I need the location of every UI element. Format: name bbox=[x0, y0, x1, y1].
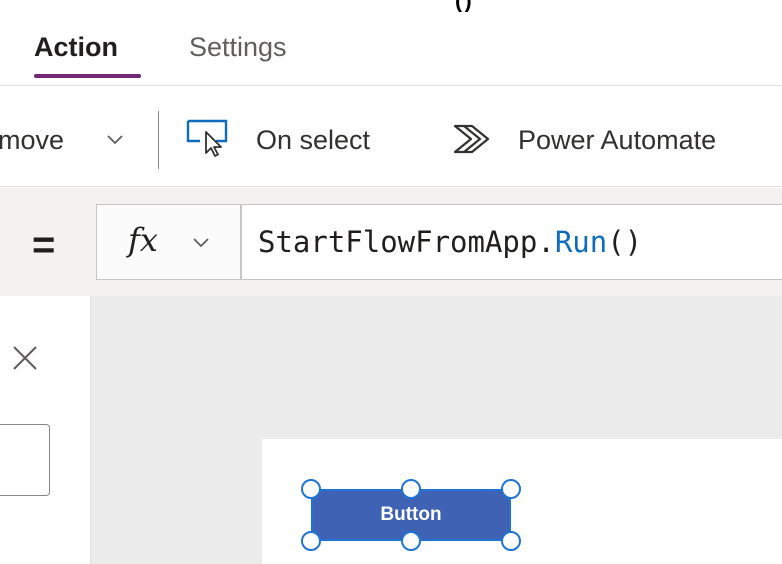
power-automate-button[interactable]: Power Automate bbox=[518, 122, 716, 158]
formula-method: Run bbox=[554, 225, 608, 259]
clipped-header-text: () bbox=[455, 0, 485, 12]
formula-text[interactable]: StartFlowFromApp.Run() bbox=[258, 222, 642, 262]
chevron-down-icon[interactable] bbox=[106, 128, 124, 150]
tab-settings[interactable]: Settings bbox=[189, 30, 287, 64]
resize-handle-top[interactable] bbox=[401, 479, 421, 499]
resize-handle-bottom-left[interactable] bbox=[301, 531, 321, 551]
panel-search-input[interactable] bbox=[0, 424, 50, 496]
toolbar-divider bbox=[158, 111, 159, 169]
chevron-down-icon[interactable] bbox=[192, 232, 210, 252]
close-icon[interactable] bbox=[10, 343, 40, 373]
cursor-select-icon[interactable] bbox=[186, 119, 232, 157]
remove-button-label[interactable]: move bbox=[0, 122, 64, 158]
fx-icon: fx bbox=[128, 221, 158, 259]
formula-args: () bbox=[607, 225, 643, 259]
on-select-button[interactable]: On select bbox=[256, 122, 370, 158]
power-automate-icon[interactable] bbox=[452, 123, 492, 155]
toolbar-divider-bottom bbox=[0, 186, 782, 187]
formula-object: StartFlowFromApp. bbox=[258, 225, 555, 259]
resize-handle-top-left[interactable] bbox=[301, 479, 321, 499]
active-tab-indicator bbox=[34, 74, 141, 78]
resize-handle-bottom-right[interactable] bbox=[501, 531, 521, 551]
tab-action[interactable]: Action bbox=[34, 30, 118, 64]
resize-handle-top-right[interactable] bbox=[501, 479, 521, 499]
resize-handle-bottom[interactable] bbox=[401, 531, 421, 551]
property-equals-sign: = bbox=[32, 223, 56, 267]
tabs-divider bbox=[0, 85, 782, 86]
function-picker-button[interactable] bbox=[96, 204, 241, 280]
